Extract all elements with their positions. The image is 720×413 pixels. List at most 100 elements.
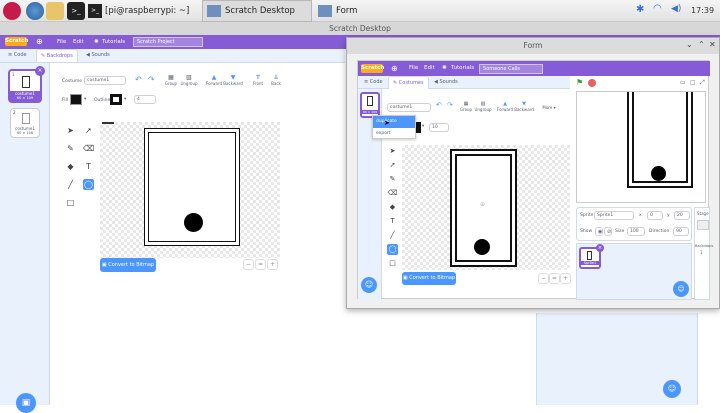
more-button[interactable]: More ▾ xyxy=(538,105,560,110)
costume-name-input[interactable]: costume1 xyxy=(84,76,126,85)
fill-tool-icon[interactable]: ◆ xyxy=(65,161,76,172)
outline-width-input[interactable]: 4 xyxy=(134,95,156,104)
choose-backdrop-button[interactable]: ▣ xyxy=(16,393,36,413)
choose-sprite-button[interactable]: ☺ xyxy=(673,281,689,297)
tab-backdrops[interactable]: ✎ Backdrops xyxy=(36,49,78,62)
select-tool-icon[interactable]: ➤ xyxy=(65,125,76,136)
back-button[interactable]: ⇊ Back xyxy=(268,74,284,86)
globe-icon[interactable]: ⊕ xyxy=(36,35,43,49)
tab-code[interactable]: ≡ Code xyxy=(4,49,31,62)
show-hidden-toggle[interactable]: ⊘ xyxy=(604,227,612,236)
raspberry-menu-icon[interactable] xyxy=(3,2,21,20)
menu-edit[interactable]: Edit xyxy=(424,61,435,76)
stage[interactable] xyxy=(576,91,706,203)
forward-button[interactable]: ▲ Forward xyxy=(205,74,223,86)
small-stage-icon[interactable]: ▭ xyxy=(680,79,686,86)
sprite-tile-selected[interactable]: × Sprite1 xyxy=(579,244,604,269)
text-tool-icon[interactable]: T xyxy=(387,216,398,227)
menu-edit[interactable]: Edit xyxy=(73,35,84,49)
close-icon[interactable]: ✕ xyxy=(709,40,716,49)
backdrop-frame[interactable] xyxy=(144,128,240,246)
task-form[interactable]: Form xyxy=(314,0,424,22)
reshape-tool-icon[interactable]: ➚ xyxy=(387,160,398,171)
backward-button[interactable]: ▼ Backward xyxy=(514,101,534,112)
costume-name-input[interactable]: costume1 xyxy=(387,103,431,112)
browser-icon[interactable] xyxy=(26,2,44,20)
menu-file[interactable]: File xyxy=(57,35,66,49)
terminal-icon[interactable]: >_ xyxy=(67,2,85,20)
outline-dropdown-icon[interactable]: ▾ xyxy=(422,124,424,129)
menu-tutorials[interactable]: Tutorials xyxy=(102,35,125,49)
globe-icon[interactable]: ⊕ xyxy=(391,61,398,76)
tab-sounds[interactable]: ◀ Sounds xyxy=(82,49,114,62)
rectangle-tool-icon[interactable]: □ xyxy=(387,258,398,269)
costume-thumbnail[interactable]: 2 costume1 60 × 108 xyxy=(10,108,40,138)
sprite-name-input[interactable]: Sprite1 xyxy=(594,211,634,220)
group-button[interactable]: ▦ Group xyxy=(458,101,474,112)
undo-icon[interactable]: ↶ xyxy=(436,101,442,109)
line-tool-icon[interactable]: ╱ xyxy=(387,230,398,241)
outline-width-input[interactable]: 10 xyxy=(429,123,449,132)
tab-sounds[interactable]: ◀ Sounds xyxy=(430,76,462,88)
project-title-input[interactable]: Someone Calls xyxy=(479,64,543,74)
fill-tool-icon[interactable]: ◆ xyxy=(387,202,398,213)
fill-swatch[interactable] xyxy=(70,94,82,105)
costume-thumbnail-selected[interactable]: × 1 costume1 60 × 109 xyxy=(8,66,45,103)
line-tool-icon[interactable]: ╱ xyxy=(65,179,76,190)
task-terminal[interactable]: >_ [pi@raspberrypi: ~] xyxy=(88,0,200,22)
maximize-icon[interactable]: ⌃ xyxy=(698,40,705,49)
forward-button[interactable]: ▲ Forward xyxy=(496,101,514,112)
stop-icon[interactable] xyxy=(588,79,596,87)
project-title-input[interactable]: Scratch Project xyxy=(133,37,203,47)
select-tool-icon[interactable]: ➤ xyxy=(387,146,398,157)
menu-file[interactable]: File xyxy=(409,61,418,76)
rectangle-tool-icon[interactable]: □ xyxy=(65,197,76,208)
eraser-tool-icon[interactable]: ⌫ xyxy=(387,188,398,199)
choose-sprite-button[interactable]: ☺ xyxy=(663,380,681,398)
zoom-reset-icon[interactable]: = xyxy=(549,273,560,284)
redo-icon[interactable]: ↷ xyxy=(447,101,453,109)
circle-tool-icon[interactable]: ◯ xyxy=(83,179,94,190)
convert-to-bitmap-button[interactable]: ▣ Convert to Bitmap xyxy=(402,272,456,285)
fullscreen-icon[interactable]: ⤢ xyxy=(700,79,705,87)
group-button[interactable]: ▦ Group xyxy=(162,74,180,86)
zoom-out-icon[interactable]: − xyxy=(538,273,549,284)
y-input[interactable]: 20 xyxy=(674,211,690,220)
zoom-in-icon[interactable]: + xyxy=(267,259,278,270)
backward-button[interactable]: ▼ Backward xyxy=(223,74,243,86)
menu-item-export[interactable]: export xyxy=(373,128,415,140)
ungroup-button[interactable]: ▧ Ungroup xyxy=(474,101,492,112)
ungroup-button[interactable]: ▧ Ungroup xyxy=(180,74,198,86)
zoom-reset-icon[interactable]: = xyxy=(255,259,266,270)
convert-to-bitmap-button[interactable]: ▣ Convert to Bitmap xyxy=(100,258,156,272)
redo-icon[interactable]: ↷ xyxy=(148,75,155,84)
paint-canvas[interactable] xyxy=(100,122,280,258)
large-stage-icon[interactable]: ▢ xyxy=(690,79,696,86)
zoom-in-icon[interactable]: + xyxy=(560,273,571,284)
x-input[interactable]: 0 xyxy=(647,211,663,220)
outline-dropdown-icon[interactable]: ▾ xyxy=(124,97,126,102)
delete-icon[interactable]: × xyxy=(35,66,45,76)
text-tool-icon[interactable]: T xyxy=(83,161,94,172)
fill-dropdown-icon[interactable]: ▾ xyxy=(84,97,86,102)
brush-tool-icon[interactable]: ✎ xyxy=(65,143,76,154)
wifi-icon[interactable]: ◠ xyxy=(653,3,662,14)
paint-canvas[interactable]: ⊕ xyxy=(402,145,570,270)
minimize-icon[interactable]: ⌄ xyxy=(686,40,693,49)
green-flag-icon[interactable]: ⚑ xyxy=(576,78,583,87)
scratch-logo[interactable]: Scratch xyxy=(361,64,384,73)
menu-tutorials[interactable]: Tutorials xyxy=(451,61,474,76)
eraser-tool-icon[interactable]: ⌫ xyxy=(83,143,94,154)
direction-input[interactable]: 90 xyxy=(673,227,689,236)
tab-code[interactable]: ≡ Code xyxy=(360,76,387,88)
show-visible-toggle[interactable]: ◉ xyxy=(595,227,603,236)
ball-shape[interactable] xyxy=(474,239,490,255)
front-button[interactable]: ⇈ Front xyxy=(250,74,266,86)
volume-icon[interactable]: ◀) xyxy=(671,4,681,14)
costume-frame-outer[interactable]: ⊕ xyxy=(450,149,517,267)
sprite-delete-icon[interactable]: × xyxy=(596,244,604,252)
stage-thumbnail[interactable] xyxy=(697,220,709,230)
menu-item-duplicate[interactable]: duplicate xyxy=(373,116,415,128)
undo-icon[interactable]: ↶ xyxy=(135,75,142,84)
file-manager-icon[interactable] xyxy=(46,2,64,20)
